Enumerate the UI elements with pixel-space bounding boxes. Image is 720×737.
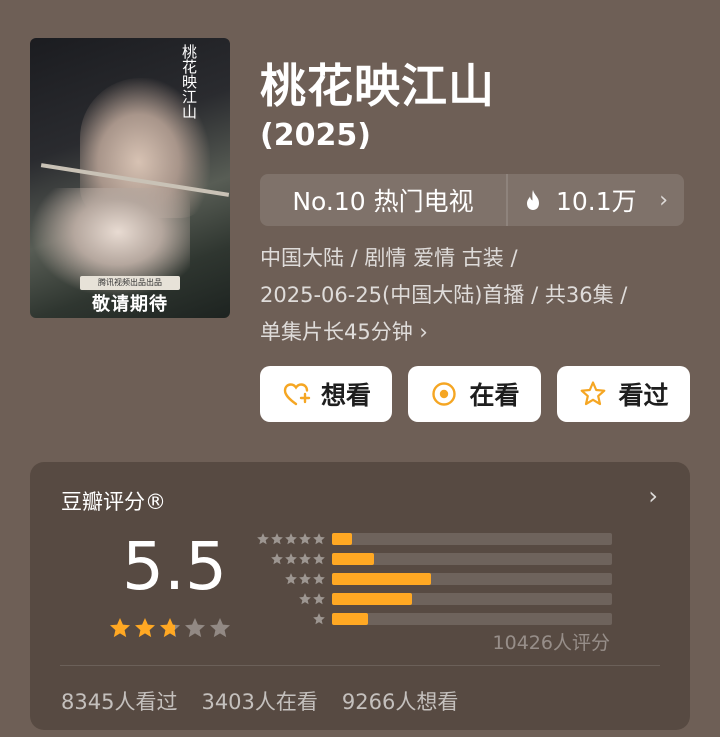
small-star-icon xyxy=(313,573,325,585)
chevron-right-icon: › xyxy=(659,187,668,213)
stat-watched[interactable]: 8345人看过 xyxy=(61,686,177,716)
bar-star-group xyxy=(250,612,326,626)
rating-bar-row xyxy=(250,530,612,548)
rating-bar-row xyxy=(250,550,612,568)
rating-title: 豆瓣评分® xyxy=(61,490,166,514)
poster-banner: 腾讯视频出品出品 xyxy=(80,276,180,290)
small-star-icon xyxy=(299,573,311,585)
rating-bar-fill xyxy=(332,553,374,565)
flame-icon xyxy=(527,190,539,210)
score-star-icon xyxy=(185,618,205,638)
small-star-icon xyxy=(313,533,325,545)
meta-premiere-line: 2025-06-25(中国大陆)首播 / 共36集 / xyxy=(260,283,628,307)
score-star-icon xyxy=(160,618,180,638)
rating-count: 10426人评分 xyxy=(492,632,610,654)
rank-label[interactable]: No.10 热门电视 xyxy=(260,174,508,226)
rating-bar-track xyxy=(332,553,612,565)
score-star-icon xyxy=(135,618,155,638)
stat-want[interactable]: 9266人想看 xyxy=(342,686,458,716)
heat-indicator[interactable]: 10.1万 › xyxy=(508,182,684,218)
rating-bar-fill xyxy=(332,613,369,625)
rating-bar-row xyxy=(250,590,612,608)
rating-bar-track xyxy=(332,613,612,625)
rating-distribution xyxy=(250,530,612,630)
small-star-icon xyxy=(285,533,297,545)
meta-genre-line: 中国大陆 / 剧情 爱情 古装 / xyxy=(260,246,518,270)
chevron-right-icon[interactable]: › xyxy=(648,482,658,510)
target-circle-icon xyxy=(429,379,459,409)
rating-bar-row xyxy=(250,610,612,628)
small-star-icon xyxy=(299,533,311,545)
heart-plus-icon xyxy=(281,379,311,409)
small-star-icon xyxy=(285,553,297,565)
rating-bar-row xyxy=(250,570,612,588)
heat-value: 10.1万 xyxy=(556,187,637,216)
bar-star-group xyxy=(250,552,326,566)
audience-stats: 8345人看过 3403人在看 9266人想看 xyxy=(61,686,458,716)
small-star-icon xyxy=(313,613,325,625)
want-to-watch-label: 想看 xyxy=(320,381,371,410)
rank-bar[interactable]: No.10 热门电视 10.1万 › xyxy=(260,174,684,226)
bar-star-group xyxy=(250,592,326,606)
rating-bar-track xyxy=(332,533,612,545)
rating-bar-track xyxy=(332,573,612,585)
stat-watching[interactable]: 3403人在看 xyxy=(201,686,317,716)
score-stars xyxy=(108,616,232,640)
small-star-icon xyxy=(299,553,311,565)
page-title: 桃花映江山 xyxy=(260,59,495,113)
small-star-icon xyxy=(271,553,283,565)
poster-logo: 桃花映江山 xyxy=(180,44,198,119)
bar-star-group xyxy=(250,572,326,586)
meta-duration-line[interactable]: 单集片长45分钟 › xyxy=(260,314,627,351)
show-meta[interactable]: 中国大陆 / 剧情 爱情 古装 / 2025-06-25(中国大陆)首播 / 共… xyxy=(260,240,627,351)
rating-bar-fill xyxy=(332,533,352,545)
small-star-icon xyxy=(313,593,325,605)
divider xyxy=(60,665,660,666)
score-star-icon xyxy=(110,618,130,638)
rating-bar-fill xyxy=(332,593,412,605)
small-star-icon xyxy=(285,573,297,585)
watching-label: 在看 xyxy=(469,381,520,410)
watching-button[interactable]: 在看 xyxy=(408,366,541,422)
douban-rating-card[interactable]: 豆瓣评分® › 5.5 10426人评分 8345人看过 3403人在看 926… xyxy=(30,462,690,730)
poster-tagline: 敬请期待 xyxy=(92,294,168,315)
release-year: (2025) xyxy=(260,118,371,153)
score-star-icon xyxy=(210,618,230,638)
bar-star-group xyxy=(250,532,326,546)
small-star-icon xyxy=(313,553,325,565)
star-outline-icon xyxy=(578,379,608,409)
want-to-watch-button[interactable]: 想看 xyxy=(260,366,392,422)
watched-label: 看过 xyxy=(618,381,669,410)
rating-bar-track xyxy=(332,593,612,605)
small-star-icon xyxy=(257,533,269,545)
rating-score: 5.5 xyxy=(122,528,227,605)
small-star-icon xyxy=(299,593,311,605)
watched-button[interactable]: 看过 xyxy=(557,366,690,422)
rating-bar-fill xyxy=(332,573,432,585)
small-star-icon xyxy=(271,533,283,545)
poster-image[interactable]: 桃花映江山 腾讯视频出品出品 敬请期待 xyxy=(30,38,230,318)
